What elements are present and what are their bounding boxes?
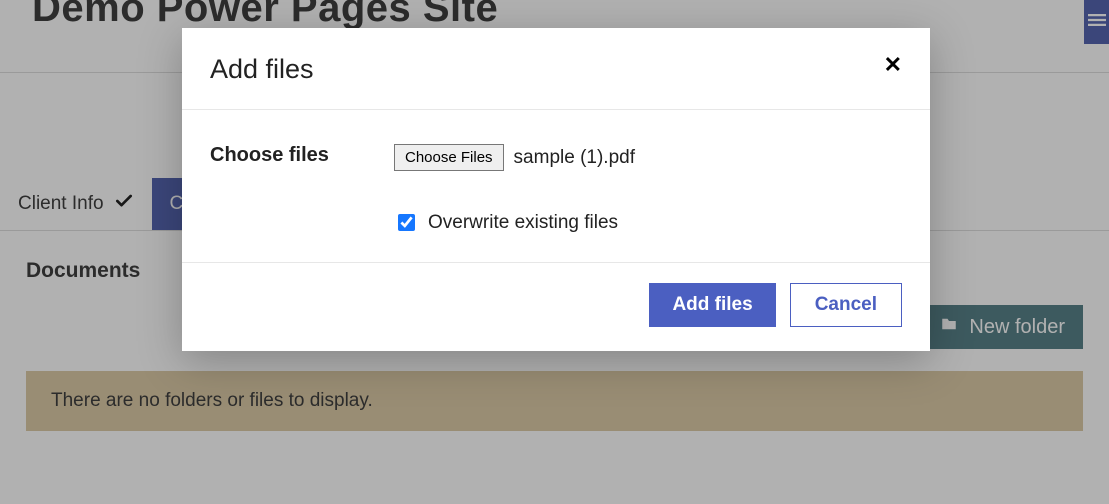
add-files-modal: Add files ✕ Choose files Choose Files sa… [182,28,930,351]
modal-title: Add files [210,54,314,85]
overwrite-row: Overwrite existing files [394,211,902,234]
overwrite-label: Overwrite existing files [428,212,618,234]
close-icon[interactable]: ✕ [884,54,902,76]
overwrite-checkbox[interactable] [398,214,415,231]
selected-file-name: sample (1).pdf [514,147,635,169]
choose-files-button[interactable]: Choose Files [394,144,504,171]
add-files-button[interactable]: Add files [649,283,775,327]
cancel-button[interactable]: Cancel [790,283,902,327]
modal-body: Choose files Choose Files sample (1).pdf… [182,110,930,262]
choose-files-label: Choose files [210,144,394,167]
choose-files-row: Choose files Choose Files sample (1).pdf [210,144,902,171]
modal-footer: Add files Cancel [182,262,930,351]
file-input-group: Choose Files sample (1).pdf [394,144,635,171]
modal-header: Add files ✕ [182,28,930,110]
